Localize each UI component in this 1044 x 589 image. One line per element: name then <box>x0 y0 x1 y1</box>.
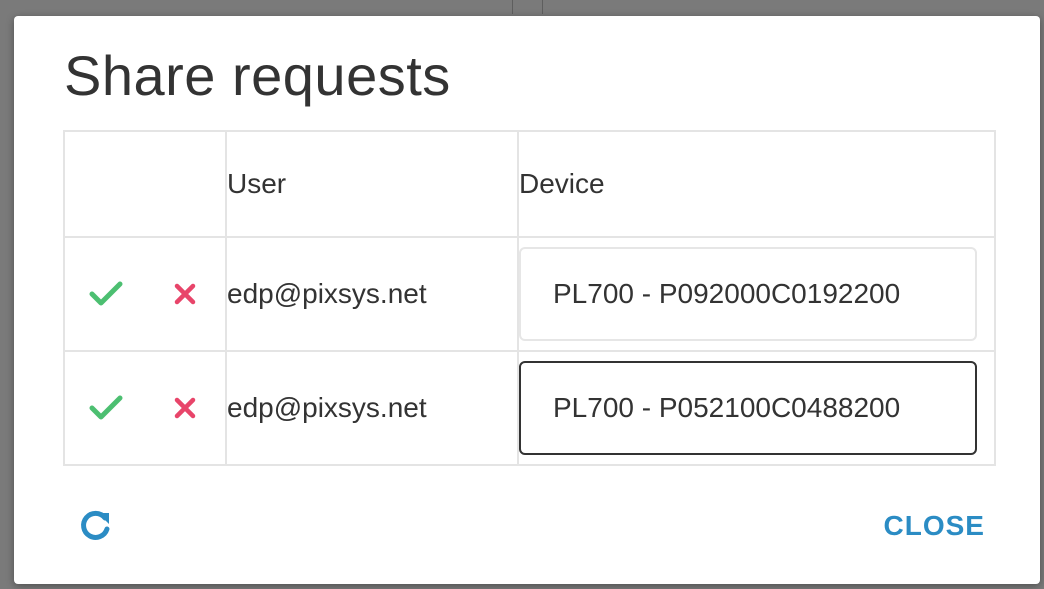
close-button[interactable]: CLOSE <box>884 506 985 546</box>
table-header-row: User Device <box>63 130 996 238</box>
device-cell <box>517 350 996 466</box>
user-cell: edp@pixsys.net <box>225 236 519 352</box>
column-header-user: User <box>225 130 519 238</box>
close-x-icon <box>174 397 196 419</box>
table-row: edp@pixsys.net <box>63 236 996 352</box>
reject-button[interactable] <box>165 388 205 428</box>
refresh-icon <box>81 510 110 540</box>
device-field[interactable] <box>519 247 977 341</box>
row-actions <box>63 350 227 466</box>
share-requests-table: User Device edp@pixsys.net PL700 - P0920… <box>63 130 996 466</box>
check-icon <box>89 281 123 306</box>
device-field[interactable] <box>519 361 977 455</box>
share-requests-dialog: Share requests User Device edp@pixsys.ne… <box>14 16 1040 584</box>
dialog-title: Share requests <box>64 44 451 107</box>
approve-button[interactable] <box>86 274 126 314</box>
background-divider <box>512 0 513 14</box>
check-icon <box>89 395 123 420</box>
user-cell: edp@pixsys.net <box>225 350 519 466</box>
reject-button[interactable] <box>165 274 205 314</box>
close-x-icon <box>174 283 196 305</box>
column-header-actions <box>63 130 227 238</box>
refresh-button[interactable] <box>76 506 116 546</box>
table-row: edp@pixsys.net <box>63 350 996 466</box>
device-cell <box>517 236 996 352</box>
column-header-device: Device <box>517 130 996 238</box>
approve-button[interactable] <box>86 388 126 428</box>
background-divider <box>542 0 543 14</box>
row-actions <box>63 236 227 352</box>
